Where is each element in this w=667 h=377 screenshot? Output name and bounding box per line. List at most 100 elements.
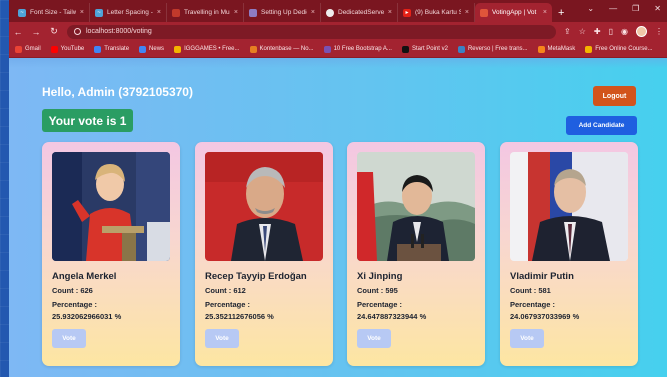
youtube-icon xyxy=(50,45,58,53)
candidate-photo xyxy=(52,152,170,261)
tab-3[interactable]: Setting Up Dedic × xyxy=(244,3,321,22)
add-candidate-button[interactable]: Add Candidate xyxy=(566,116,637,135)
vote-status-badge: Your vote is 1 xyxy=(42,109,133,132)
tab-4[interactable]: DedicatedServer × xyxy=(321,3,398,22)
candidate-card: Xi Jinping Count : 595 Percentage : 24.6… xyxy=(347,142,485,366)
candidate-name: Vladimir Putin xyxy=(510,271,574,282)
bookmark-star-icon[interactable]: ☆ xyxy=(579,27,586,36)
tab-close-icon[interactable]: × xyxy=(311,9,315,16)
reload-icon[interactable]: ↻ xyxy=(49,26,59,37)
tab-label: Travelling in Mu xyxy=(184,9,230,16)
vote-button[interactable]: Vote xyxy=(510,329,544,348)
bookmark-metamask[interactable]: MetaMask xyxy=(537,45,575,53)
metamask-icon xyxy=(537,45,545,53)
bookmarks-bar: Gmail YouTube Translate News IGGGAMES • … xyxy=(9,41,667,58)
candidate-percentage: 25.932062966031 % xyxy=(52,312,122,321)
vote-button[interactable]: Vote xyxy=(357,329,391,348)
site-icon xyxy=(249,45,257,53)
candidate-count: Count : 581 xyxy=(510,286,551,295)
bookmark-news[interactable]: News xyxy=(139,45,164,53)
tab-search-icon[interactable]: ⌄ xyxy=(587,4,594,13)
news-icon xyxy=(139,45,147,53)
address-bar[interactable]: localhost:8000/voting xyxy=(67,24,557,39)
tab-0[interactable]: ~ Font Size - Tailwi × xyxy=(13,3,90,22)
youtube-icon: ▸ xyxy=(403,8,411,17)
x-icon xyxy=(401,45,409,53)
profile-avatar[interactable] xyxy=(636,26,647,37)
navigation-bar: ← → ↻ localhost:8000/voting ⇪ ☆ ✚ ▯ ◉ ⋮ xyxy=(9,22,667,41)
close-window-icon[interactable]: ✕ xyxy=(654,4,661,13)
tab-6-active[interactable]: VotingApp | Vot × xyxy=(475,3,552,22)
bookmark-courses[interactable]: Free Online Course... xyxy=(585,45,653,53)
candidate-count: Count : 595 xyxy=(357,286,398,295)
candidate-photo xyxy=(205,152,323,261)
tab-close-icon[interactable]: × xyxy=(543,9,547,16)
tab-close-icon[interactable]: × xyxy=(157,9,161,16)
voting-page: Hello, Admin (3792105370) Logout Your vo… xyxy=(9,58,667,377)
bookmark-igggames[interactable]: IGGGAMES • Free... xyxy=(174,45,240,53)
window-controls: ⌄ — ❐ ✕ xyxy=(587,4,661,13)
bookmark-youtube[interactable]: YouTube xyxy=(50,45,84,53)
new-tab-button[interactable]: + xyxy=(552,3,570,22)
extensions-icon[interactable]: ✚ xyxy=(594,27,601,36)
tab-close-icon[interactable]: × xyxy=(465,9,469,16)
gmail-icon xyxy=(15,45,22,53)
candidate-card: Recep Tayyip Erdoğan Count : 612 Percent… xyxy=(195,142,333,366)
site-icon xyxy=(174,45,182,53)
candidate-card: Vladimir Putin Count : 581 Percentage : … xyxy=(500,142,638,366)
vote-button[interactable]: Vote xyxy=(205,329,239,348)
tab-label: Font Size - Tailwi xyxy=(30,9,76,16)
tab-5[interactable]: ▸ (9) Buka Kartu S × xyxy=(398,3,475,22)
candidate-photo xyxy=(510,152,628,261)
forward-icon[interactable]: → xyxy=(31,27,41,37)
tab-favicon-icon xyxy=(249,8,257,17)
tab-favicon-icon xyxy=(172,8,180,17)
candidate-name: Angela Merkel xyxy=(52,271,117,282)
candidate-photo xyxy=(357,152,475,261)
minimize-icon[interactable]: — xyxy=(609,4,617,13)
back-icon[interactable]: ← xyxy=(13,27,23,37)
tab-label: (9) Buka Kartu S xyxy=(415,9,461,16)
tab-2[interactable]: Travelling in Mu × xyxy=(167,3,244,22)
percentage-label: Percentage : xyxy=(357,300,403,309)
candidate-name: Xi Jinping xyxy=(357,271,403,282)
url-text: localhost:8000/voting xyxy=(86,28,152,35)
tab-close-icon[interactable]: × xyxy=(234,9,238,16)
bookmark-kontenbase[interactable]: Kontenbase — No... xyxy=(249,45,314,53)
bookmark-reverso[interactable]: Reverso | Free trans... xyxy=(457,45,528,53)
translate-icon xyxy=(94,45,102,53)
logout-button[interactable]: Logout xyxy=(593,86,636,106)
percentage-label: Percentage : xyxy=(52,300,98,309)
bookmark-translate[interactable]: Translate xyxy=(94,45,129,53)
bookmark-startpoint[interactable]: Start Point v2 xyxy=(401,45,448,53)
greeting: Hello, Admin (3792105370) xyxy=(42,85,193,99)
candidate-card: Angela Merkel Count : 626 Percentage : 2… xyxy=(42,142,180,366)
info-icon[interactable] xyxy=(74,28,81,35)
tab-favicon-icon: ~ xyxy=(95,8,103,17)
site-icon xyxy=(585,45,593,53)
tab-strip: ~ Font Size - Tailwi × ~ Letter Spacing … xyxy=(9,0,667,22)
browser-window: ~ Font Size - Tailwi × ~ Letter Spacing … xyxy=(9,0,667,377)
tab-favicon-icon xyxy=(480,8,488,17)
candidate-name: Recep Tayyip Erdoğan xyxy=(205,271,307,282)
tab-1[interactable]: ~ Letter Spacing - × xyxy=(90,3,167,22)
candidate-percentage: 25.352112676056 % xyxy=(205,312,274,321)
sidebar-icon[interactable]: ▯ xyxy=(609,27,613,36)
tab-label: VotingApp | Vot xyxy=(492,9,537,16)
vote-button[interactable]: Vote xyxy=(52,329,86,348)
bookmark-gmail[interactable]: Gmail xyxy=(15,45,41,53)
tab-close-icon[interactable]: × xyxy=(80,9,84,16)
percentage-label: Percentage : xyxy=(510,300,556,309)
menu-icon[interactable]: ⋮ xyxy=(655,27,663,36)
candidate-count: Count : 626 xyxy=(52,286,93,295)
candidate-percentage: 24.067937033969 % xyxy=(510,312,580,321)
tab-label: DedicatedServer xyxy=(338,9,384,16)
bookmark-bootstrap[interactable]: 10 Free Bootstrap A... xyxy=(323,45,392,53)
sync-icon[interactable]: ◉ xyxy=(621,27,628,36)
share-icon[interactable]: ⇪ xyxy=(564,27,571,36)
reverso-icon xyxy=(457,45,465,53)
tab-close-icon[interactable]: × xyxy=(388,9,392,16)
maximize-icon[interactable]: ❐ xyxy=(632,4,639,13)
site-icon xyxy=(323,45,331,53)
tab-favicon-icon: ~ xyxy=(18,8,26,17)
